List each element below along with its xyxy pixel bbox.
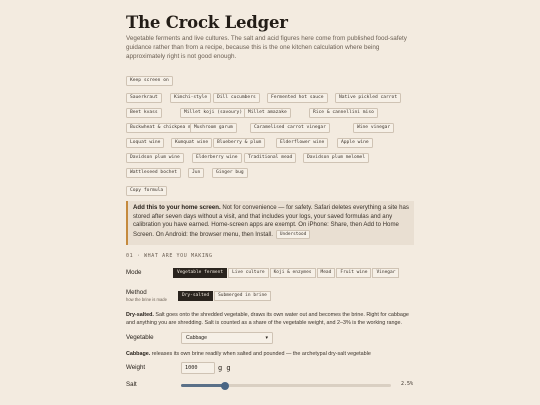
- vegetable-select-value: Cabbage: [186, 335, 208, 341]
- weight-unit: g g: [218, 364, 231, 372]
- recipe-chip[interactable]: Davidson plum wine: [126, 153, 184, 163]
- recipe-chip[interactable]: Sauerkraut: [126, 93, 162, 103]
- vegetable-description: Cabbage. releases its own brine readily …: [126, 350, 414, 358]
- notice-heading: Add this to your home screen.: [133, 204, 221, 211]
- salt-slider[interactable]: [181, 381, 391, 390]
- mode-option[interactable]: Vegetable ferment: [173, 268, 228, 278]
- recipe-chip[interactable]: Traditional mead: [244, 153, 297, 163]
- recipe-chip[interactable]: Loquat wine: [126, 138, 165, 148]
- recipe-chip[interactable]: Fermented hot sauce: [267, 93, 328, 103]
- mode-option[interactable]: Fruit wine: [336, 268, 372, 278]
- home-screen-notice: Add this to your home screen. Not for co…: [126, 201, 414, 245]
- recipe-chip[interactable]: Elderflower wine: [276, 138, 329, 148]
- mode-selector: Vegetable ferment Live culture Koji & enzy…: [173, 268, 400, 278]
- method-option[interactable]: Dry-salted: [178, 291, 214, 301]
- weight-label: Weight: [126, 364, 146, 371]
- mode-option[interactable]: Koji & enzymes: [269, 268, 316, 278]
- recipe-chip[interactable]: Ginger bug: [212, 168, 248, 178]
- method-option[interactable]: Submerged in brine: [214, 291, 271, 301]
- salt-slider-thumb[interactable]: [221, 381, 230, 390]
- method-description: Dry-salted. Salt goes onto the shredded …: [126, 311, 414, 327]
- vegetable-label: Vegetable: [126, 334, 154, 341]
- method-sublabel: how the brine is made: [126, 297, 167, 302]
- recipe-chip[interactable]: Apple wine: [337, 138, 373, 148]
- recipe-chip[interactable]: Beet kvass: [126, 108, 162, 118]
- recipe-chip[interactable]: Millet koji (savoury): [180, 108, 247, 118]
- method-description-text: Salt goes onto the shredded vegetable, d…: [126, 312, 409, 326]
- method-description-title: Dry-salted.: [126, 312, 154, 318]
- recipe-chip[interactable]: Millet amazake: [244, 108, 291, 118]
- recipe-chip[interactable]: Elderberry wine: [192, 153, 242, 163]
- weight-input[interactable]: 1000: [181, 362, 215, 374]
- method-selector: Dry-salted Submerged in brine: [178, 291, 272, 301]
- vegetable-select[interactable]: Cabbage ▾: [181, 332, 273, 344]
- recipe-chip[interactable]: Mushroom garum: [190, 123, 237, 133]
- salt-slider-fill: [181, 384, 226, 387]
- salt-value: 2.5%: [401, 381, 414, 387]
- copy-formula-button[interactable]: Copy formula: [126, 186, 168, 196]
- recipe-chip[interactable]: Native pickled carrot: [335, 93, 402, 103]
- recipe-chip[interactable]: Blueberry & plum: [213, 138, 266, 148]
- recipe-chip[interactable]: Kumquat wine: [171, 138, 213, 148]
- keep-screen-on-button[interactable]: Keep screen on: [126, 76, 173, 86]
- recipe-chip[interactable]: Jun: [188, 168, 205, 178]
- intro-text: Vegetable ferments and live cultures. Th…: [126, 35, 407, 60]
- recipe-chip[interactable]: Kimchi-style: [170, 93, 212, 103]
- recipe-chip[interactable]: Dill cucumbers: [213, 93, 260, 103]
- mode-option[interactable]: Live culture: [228, 268, 269, 278]
- page-title: The Crock Ledger: [126, 13, 288, 32]
- understood-button[interactable]: Understood: [275, 229, 311, 239]
- recipe-chip[interactable]: Wattleseed bochet: [126, 168, 182, 178]
- recipe-chip[interactable]: Rice & cannellini miso: [309, 108, 378, 118]
- recipe-chip[interactable]: Caramelised carrot vinegar: [250, 123, 330, 133]
- method-label: Method: [126, 289, 147, 296]
- vegetable-description-text: releases its own brine readily when salt…: [150, 351, 371, 357]
- section-heading: 01 · WHAT ARE YOU MAKING: [126, 253, 213, 259]
- vegetable-description-title: Cabbage.: [126, 351, 151, 357]
- mode-option[interactable]: Vinegar: [372, 268, 400, 278]
- recipe-chip[interactable]: Wine vinegar: [353, 123, 395, 133]
- salt-label: Salt: [126, 381, 137, 388]
- recipe-chip[interactable]: Davidson plum melomel: [303, 153, 370, 163]
- mode-label: Mode: [126, 269, 142, 276]
- mode-option[interactable]: Mead: [316, 268, 336, 278]
- chevron-down-icon: ▾: [265, 335, 268, 341]
